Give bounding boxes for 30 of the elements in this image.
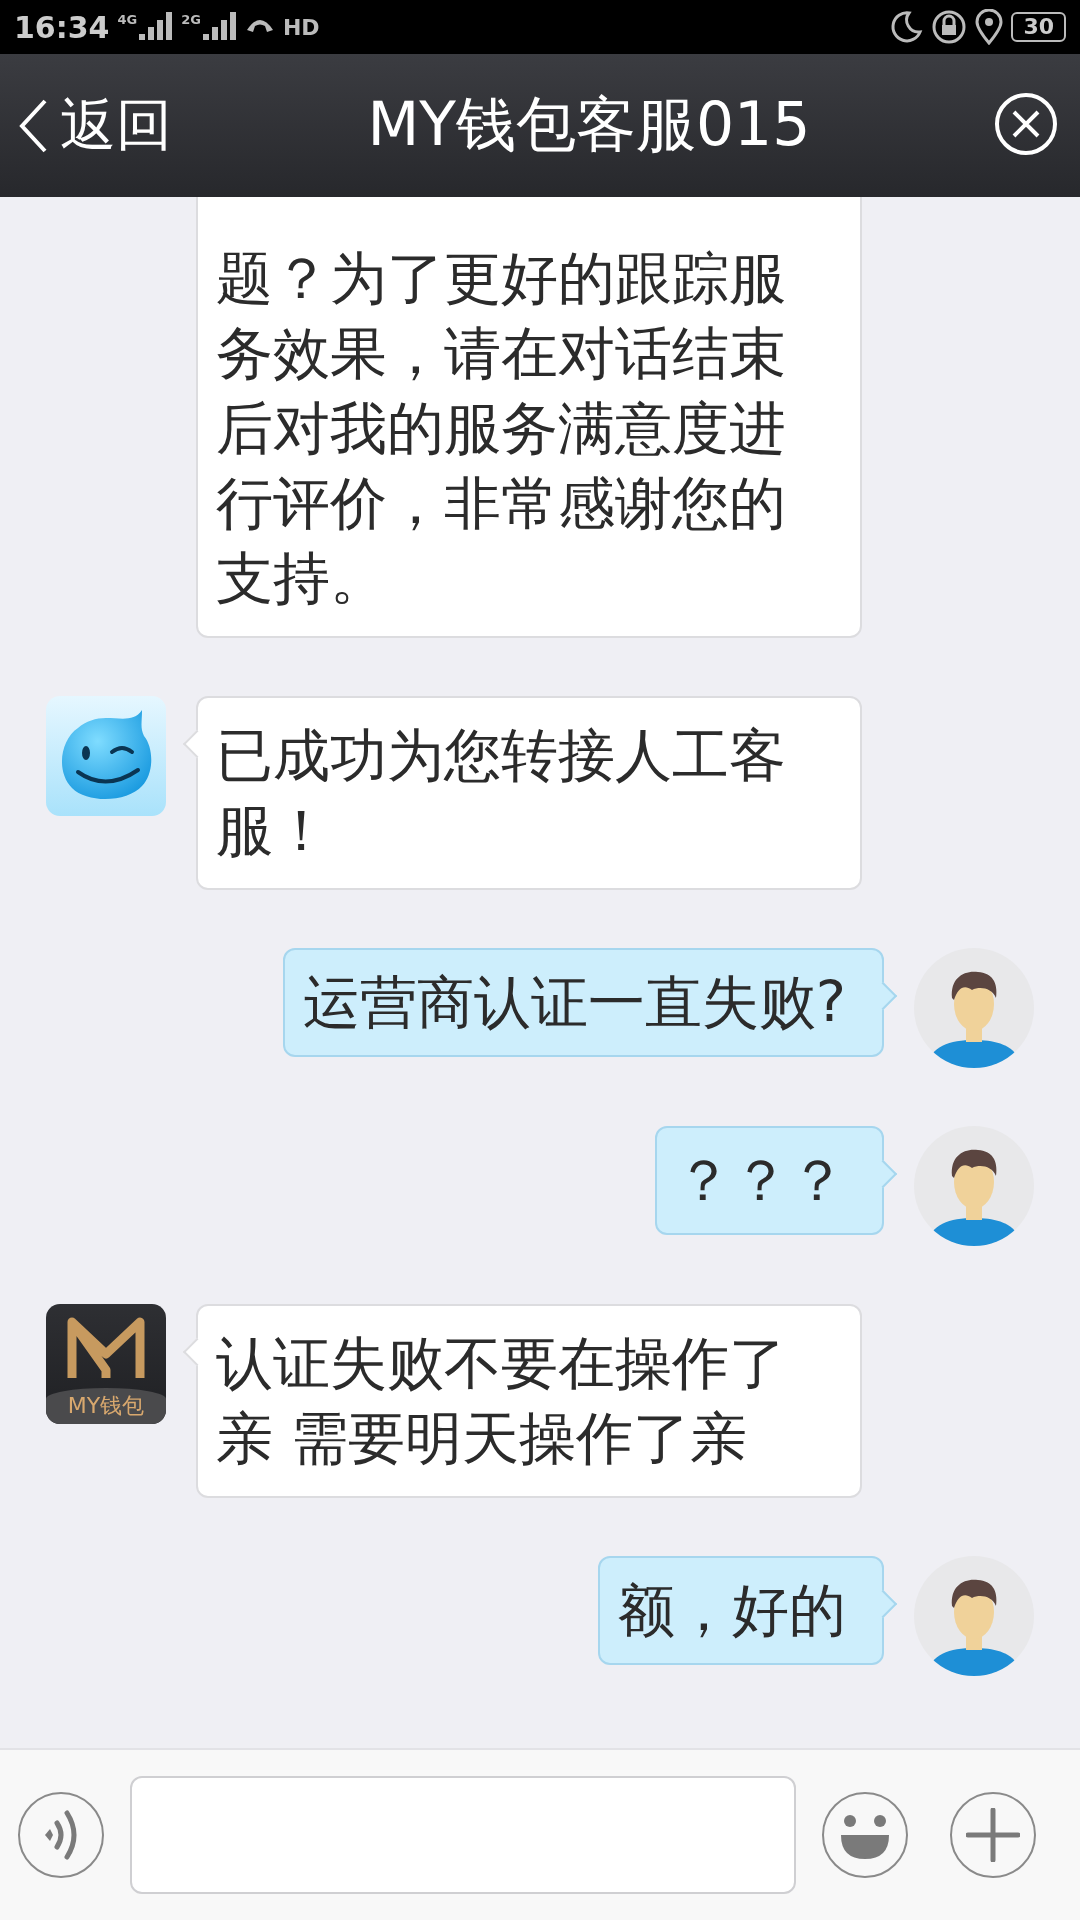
person-avatar-icon [914, 1556, 1034, 1676]
moon-icon [889, 10, 924, 44]
close-icon[interactable] [994, 91, 1058, 156]
signal-icon [202, 11, 237, 40]
avatar-label: MY钱包 [46, 1388, 166, 1424]
voice-button[interactable] [18, 1792, 104, 1878]
location-icon [975, 9, 1004, 45]
back-button[interactable]: 返回 [0, 87, 240, 164]
chat-title: MY钱包客服015 [366, 88, 812, 161]
message-text: 额，好的 [618, 1577, 846, 1643]
message-text: 题？为了更好的跟踪服务效果，请在对话结束后对我的服务满意度进行评价，非常感谢您的支持。 [216, 245, 786, 611]
message-text: 认证失败不要在操作了亲 需要明天操作了亲 [216, 1330, 786, 1471]
smiley-avatar-icon [46, 696, 166, 816]
plus-icon [966, 1808, 1020, 1862]
hd-label: HD [282, 14, 320, 40]
network-type-label: 2G [181, 11, 201, 27]
message-text: ？？？ [675, 1147, 846, 1213]
clock-time: 16:34 [14, 9, 110, 45]
message-input[interactable] [130, 1776, 796, 1894]
emoji-button[interactable] [822, 1792, 908, 1878]
battery-level: 30 [1011, 12, 1066, 42]
signal-icon [139, 11, 174, 40]
message-text: 运营商认证一直失败? [302, 969, 846, 1035]
message-text: 已成功为您转接人工客服！ [216, 722, 786, 863]
person-avatar-icon [914, 1126, 1034, 1246]
add-button[interactable] [950, 1792, 1036, 1878]
network-type-label: 4G [117, 11, 138, 27]
rotation-lock-icon [931, 9, 968, 45]
person-avatar-icon [914, 948, 1034, 1068]
chevron-left-icon [18, 97, 48, 154]
